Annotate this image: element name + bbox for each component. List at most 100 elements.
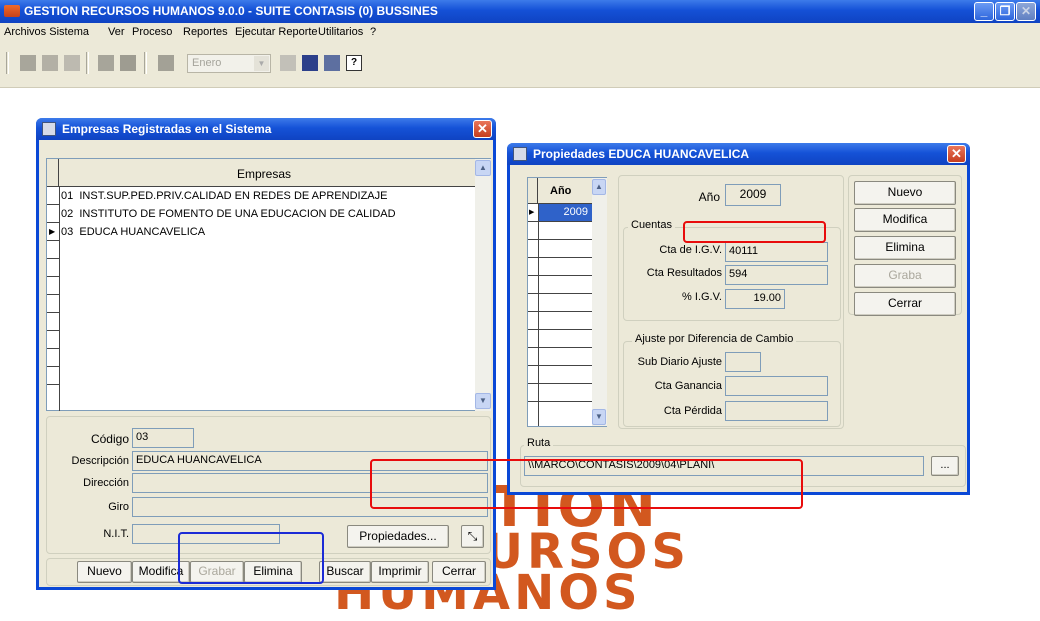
empresas-dialog-title-bar: Empresas Registradas en el Sistema ✕ bbox=[36, 118, 496, 140]
menu-help[interactable]: ? bbox=[370, 26, 376, 38]
grid-line bbox=[47, 240, 59, 241]
cta-ganancia-field[interactable] bbox=[725, 376, 828, 396]
edit-icon[interactable] bbox=[20, 55, 36, 71]
users-icon[interactable] bbox=[120, 55, 136, 71]
direccion-label: Dirección bbox=[83, 477, 129, 489]
row-name: EDUCA HUANCAVELICA bbox=[79, 226, 206, 238]
modifica-button[interactable]: Modifica bbox=[854, 208, 956, 232]
cuentas-group-caption: Cuentas bbox=[628, 219, 675, 231]
current-row-pointer-icon: ▶ bbox=[49, 227, 56, 236]
wand-icon[interactable]: ⤡ bbox=[461, 525, 484, 548]
menu-proceso[interactable]: Proceso bbox=[132, 26, 172, 38]
toolbar-separator-2 bbox=[144, 52, 147, 74]
grid-line bbox=[47, 222, 59, 223]
ruta-group-caption: Ruta bbox=[524, 437, 554, 449]
grid-line bbox=[528, 221, 592, 222]
menu-reportes[interactable]: Reportes bbox=[183, 26, 228, 38]
cta-ganancia-label: Cta Ganancia bbox=[654, 380, 722, 392]
printer-icon[interactable] bbox=[280, 55, 296, 71]
scroll-down-icon[interactable]: ▼ bbox=[475, 393, 491, 409]
app-title-bar: GESTION RECURSOS HUMANOS 9.0.0 - SUITE C… bbox=[0, 0, 1040, 23]
table-row[interactable]: 01 INST.SUP.PED.PRIV.CALIDAD EN REDES DE… bbox=[61, 190, 387, 202]
month-combo[interactable]: Enero ▼ bbox=[187, 54, 271, 73]
close-window-button[interactable]: ✕ bbox=[1016, 2, 1036, 21]
row-indicator-header bbox=[528, 178, 538, 204]
menu-ejecutar-reporte[interactable]: Ejecutar Reporte bbox=[235, 26, 318, 38]
toolbar: Enero ▼ ? bbox=[0, 41, 1040, 88]
row-indicator-divider bbox=[59, 187, 60, 411]
pct-igv-field[interactable]: 19.00 bbox=[725, 289, 785, 309]
year-scrollbar[interactable]: ▲ ▼ bbox=[592, 178, 607, 426]
nuevo-button[interactable]: Nuevo bbox=[77, 561, 132, 583]
maximize-button[interactable]: ❐ bbox=[995, 2, 1015, 21]
codigo-field[interactable]: 03 bbox=[132, 428, 194, 448]
imprimir-button[interactable]: Imprimir bbox=[371, 561, 429, 583]
grid-line bbox=[47, 276, 59, 277]
row-indicator-divider bbox=[538, 204, 539, 426]
browse-button[interactable]: ... bbox=[931, 456, 959, 476]
row-name: INSTITUTO DE FOMENTO DE UNA EDUCACION DE… bbox=[79, 208, 396, 220]
user-icon[interactable] bbox=[98, 55, 114, 71]
giro-label: Giro bbox=[108, 501, 129, 513]
scroll-up-icon[interactable]: ▲ bbox=[592, 179, 606, 195]
cerrar-button[interactable]: Cerrar bbox=[854, 292, 956, 316]
grid-line bbox=[47, 366, 59, 367]
grid-line bbox=[528, 239, 592, 240]
calculator-icon[interactable] bbox=[302, 55, 318, 71]
sub-diario-label: Sub Diario Ajuste bbox=[637, 356, 722, 368]
ajuste-group-caption: Ajuste por Diferencia de Cambio bbox=[632, 333, 797, 345]
cta-igv-field[interactable]: 40111 bbox=[725, 242, 828, 262]
minimize-button[interactable]: _ bbox=[974, 2, 994, 21]
help-icon[interactable]: ? bbox=[346, 55, 362, 71]
scroll-down-icon[interactable]: ▼ bbox=[592, 409, 606, 425]
year-column-header: Año bbox=[550, 185, 572, 197]
anio-field[interactable]: 2009 bbox=[725, 184, 781, 206]
table-row[interactable]: 02 INSTITUTO DE FOMENTO DE UNA EDUCACION… bbox=[61, 208, 396, 220]
empresas-close-icon[interactable]: ✕ bbox=[473, 120, 492, 138]
grid-line bbox=[47, 348, 59, 349]
chevron-down-icon[interactable]: ▼ bbox=[254, 56, 269, 71]
month-combo-value: Enero bbox=[192, 57, 222, 69]
elimina-button[interactable]: Elimina bbox=[854, 236, 956, 260]
scroll-up-icon[interactable]: ▲ bbox=[475, 160, 491, 176]
folder-icon[interactable] bbox=[64, 55, 80, 71]
menu-ver[interactable]: Ver bbox=[108, 26, 125, 38]
empresas-column-header: Empresas bbox=[237, 167, 292, 181]
grid-line bbox=[47, 258, 59, 259]
buscar-button[interactable]: Buscar bbox=[319, 561, 371, 583]
empresas-grid[interactable]: Empresas 01 INST.SUP.PED.PRIV.CALIDAD EN… bbox=[46, 158, 491, 411]
cta-perdida-label: Cta Pérdida bbox=[663, 405, 722, 417]
year-row-selected[interactable]: 2009 bbox=[539, 204, 592, 221]
menu-utilitarios[interactable]: Utilitarios bbox=[318, 26, 363, 38]
calendar-icon[interactable] bbox=[158, 55, 174, 71]
nuevo-button[interactable]: Nuevo bbox=[854, 181, 956, 205]
cerrar-button[interactable]: Cerrar bbox=[432, 561, 486, 583]
cta-perdida-field[interactable] bbox=[725, 401, 828, 421]
cta-resultados-field[interactable]: 594 bbox=[725, 265, 828, 285]
propiedades-dialog-title: Propiedades EDUCA HUANCAVELICA bbox=[533, 147, 750, 161]
propiedades-dialog-title-bar: Propiedades EDUCA HUANCAVELICA ✕ bbox=[507, 143, 970, 165]
dialog-icon bbox=[513, 147, 527, 161]
menu-archivos-sistema[interactable]: Archivos Sistema bbox=[4, 26, 89, 38]
empresas-scrollbar[interactable]: ▲ ▼ bbox=[475, 159, 491, 411]
highlight-box-red-small bbox=[683, 221, 826, 243]
highlight-box-blue bbox=[178, 532, 324, 584]
row-code: 01 bbox=[61, 190, 74, 202]
exit-door-icon[interactable] bbox=[324, 55, 340, 71]
dialog-icon bbox=[42, 122, 56, 136]
propiedades-button[interactable]: Propiedades... bbox=[347, 525, 449, 548]
year-grid[interactable]: Año 2009 ▶ ▲ ▼ bbox=[527, 177, 607, 427]
nit-label: N.I.T. bbox=[103, 528, 129, 540]
app-icon bbox=[4, 5, 20, 17]
grid-line bbox=[528, 383, 592, 384]
current-row-pointer-icon: ▶ bbox=[529, 209, 535, 216]
graba-button[interactable]: Graba bbox=[854, 264, 956, 288]
grid-line bbox=[47, 384, 59, 385]
grid-line bbox=[528, 311, 592, 312]
sub-diario-field[interactable] bbox=[725, 352, 761, 372]
year-grid-header: Año bbox=[528, 178, 592, 204]
propiedades-close-icon[interactable]: ✕ bbox=[947, 145, 966, 163]
grid-line bbox=[47, 204, 59, 205]
table-row-selected[interactable]: 03 EDUCA HUANCAVELICA bbox=[61, 226, 205, 238]
fill-icon[interactable] bbox=[42, 55, 58, 71]
